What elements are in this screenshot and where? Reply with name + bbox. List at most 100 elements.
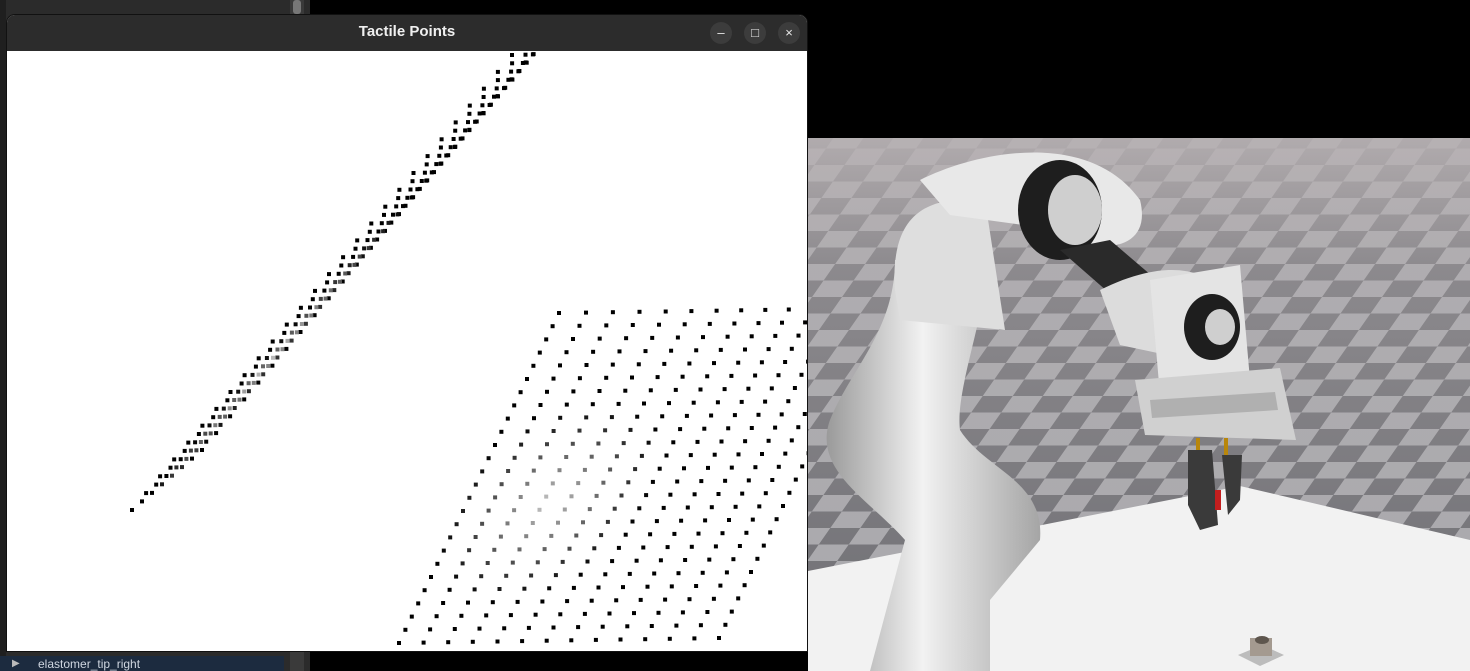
tactile-point xyxy=(425,154,430,159)
tactile-point xyxy=(698,623,703,628)
tactile-point xyxy=(188,448,193,453)
window-titlebar[interactable]: Tactile Points – □ × xyxy=(7,15,807,51)
tactile-point-cloud[interactable] xyxy=(7,18,807,651)
tactile-point xyxy=(510,61,515,66)
tactile-point xyxy=(268,347,273,352)
tactile-point xyxy=(522,586,527,591)
expand-arrow-icon[interactable]: ▶ xyxy=(12,656,20,671)
tactile-point xyxy=(439,137,444,142)
tactile-point xyxy=(604,375,609,380)
tactile-point xyxy=(654,519,659,524)
scrollbar-thumb[interactable] xyxy=(293,0,301,14)
tactile-point xyxy=(353,246,358,251)
tactile-point xyxy=(454,574,459,579)
tactile-point xyxy=(592,546,597,551)
tactile-point xyxy=(492,547,497,552)
tactile-point xyxy=(484,613,489,618)
tactile-point xyxy=(781,504,785,508)
tactile-point xyxy=(763,307,768,312)
tactile-point xyxy=(170,473,174,478)
tactile-point xyxy=(261,372,266,377)
tactile-point xyxy=(236,389,241,394)
tactile-point xyxy=(313,288,317,293)
tactile-point xyxy=(130,508,134,512)
close-button[interactable]: × xyxy=(778,22,800,44)
tactile-point xyxy=(610,559,615,564)
tactile-point xyxy=(634,558,639,563)
tactile-point xyxy=(717,636,721,640)
tactile-point xyxy=(614,454,619,459)
tactile-point xyxy=(415,187,420,192)
tactile-point xyxy=(217,414,222,419)
tactile-point xyxy=(396,196,401,201)
tactile-point xyxy=(544,494,549,499)
tactile-point xyxy=(786,307,791,312)
tactile-point xyxy=(452,627,457,631)
point-cloud-canvas[interactable] xyxy=(7,18,807,651)
tactile-point xyxy=(429,170,434,175)
tactile-point xyxy=(680,374,685,379)
tactile-point xyxy=(757,504,762,509)
maximize-button[interactable]: □ xyxy=(744,22,766,44)
tactile-point xyxy=(749,570,753,574)
tactile-point xyxy=(508,613,513,618)
tactile-point xyxy=(458,136,463,141)
tactile-point xyxy=(444,153,449,158)
tactile-point xyxy=(577,323,582,328)
tactile-point xyxy=(737,544,742,548)
tactile-point xyxy=(671,440,676,445)
tactile-point xyxy=(280,347,285,352)
tactile-point xyxy=(495,78,500,83)
tactile-point xyxy=(535,560,540,565)
tactile-point xyxy=(372,237,377,242)
tactile-point xyxy=(323,296,328,301)
tactile-point xyxy=(459,613,464,618)
tactile-point xyxy=(502,626,507,631)
tree-item-elastomer-tip-right[interactable]: ▶ elastomer_tip_right xyxy=(0,656,284,671)
tactile-point xyxy=(441,601,446,605)
tactile-point xyxy=(667,401,671,406)
tactile-point xyxy=(571,389,576,394)
tactile-point xyxy=(178,457,183,462)
tactile-point xyxy=(376,229,381,234)
tactile-point xyxy=(397,187,402,192)
tactile-point xyxy=(495,639,500,644)
minimize-button[interactable]: – xyxy=(710,22,732,44)
tactile-point xyxy=(502,86,506,91)
tactile-point xyxy=(531,363,536,368)
tactile-point xyxy=(597,336,602,341)
tactile-point xyxy=(627,571,632,576)
tactile-point xyxy=(691,400,696,405)
tactile-point xyxy=(569,638,574,643)
tactile-point xyxy=(448,535,453,540)
tactile-point xyxy=(689,544,694,549)
tactile-point xyxy=(577,376,582,381)
tactile-point xyxy=(724,570,729,575)
tactile-point xyxy=(649,624,654,628)
tactile-point xyxy=(796,425,801,430)
tactile-point xyxy=(684,413,689,418)
tactile-point xyxy=(604,323,609,328)
tactile-point xyxy=(154,482,159,487)
tactile-point xyxy=(553,573,558,578)
tactile-point xyxy=(675,335,680,340)
tactile-point xyxy=(318,296,323,301)
tactile-point xyxy=(394,204,399,209)
tactile-point xyxy=(578,572,583,577)
tactile-point xyxy=(180,465,184,470)
tactile-point xyxy=(565,599,570,604)
tactile-point xyxy=(168,465,173,470)
tactile-point xyxy=(729,465,734,470)
tactile-point xyxy=(680,610,685,615)
tactile-point xyxy=(200,423,205,428)
tactile-point xyxy=(512,455,517,460)
tactile-point xyxy=(603,428,608,433)
tactile-point xyxy=(470,639,475,644)
tactile-point xyxy=(682,322,687,327)
tactile-point xyxy=(544,337,549,342)
tactile-point xyxy=(537,507,542,512)
tactile-point xyxy=(759,360,764,365)
tactile-point xyxy=(497,587,502,591)
tactile-point xyxy=(190,456,194,461)
tactile-point xyxy=(550,324,555,329)
